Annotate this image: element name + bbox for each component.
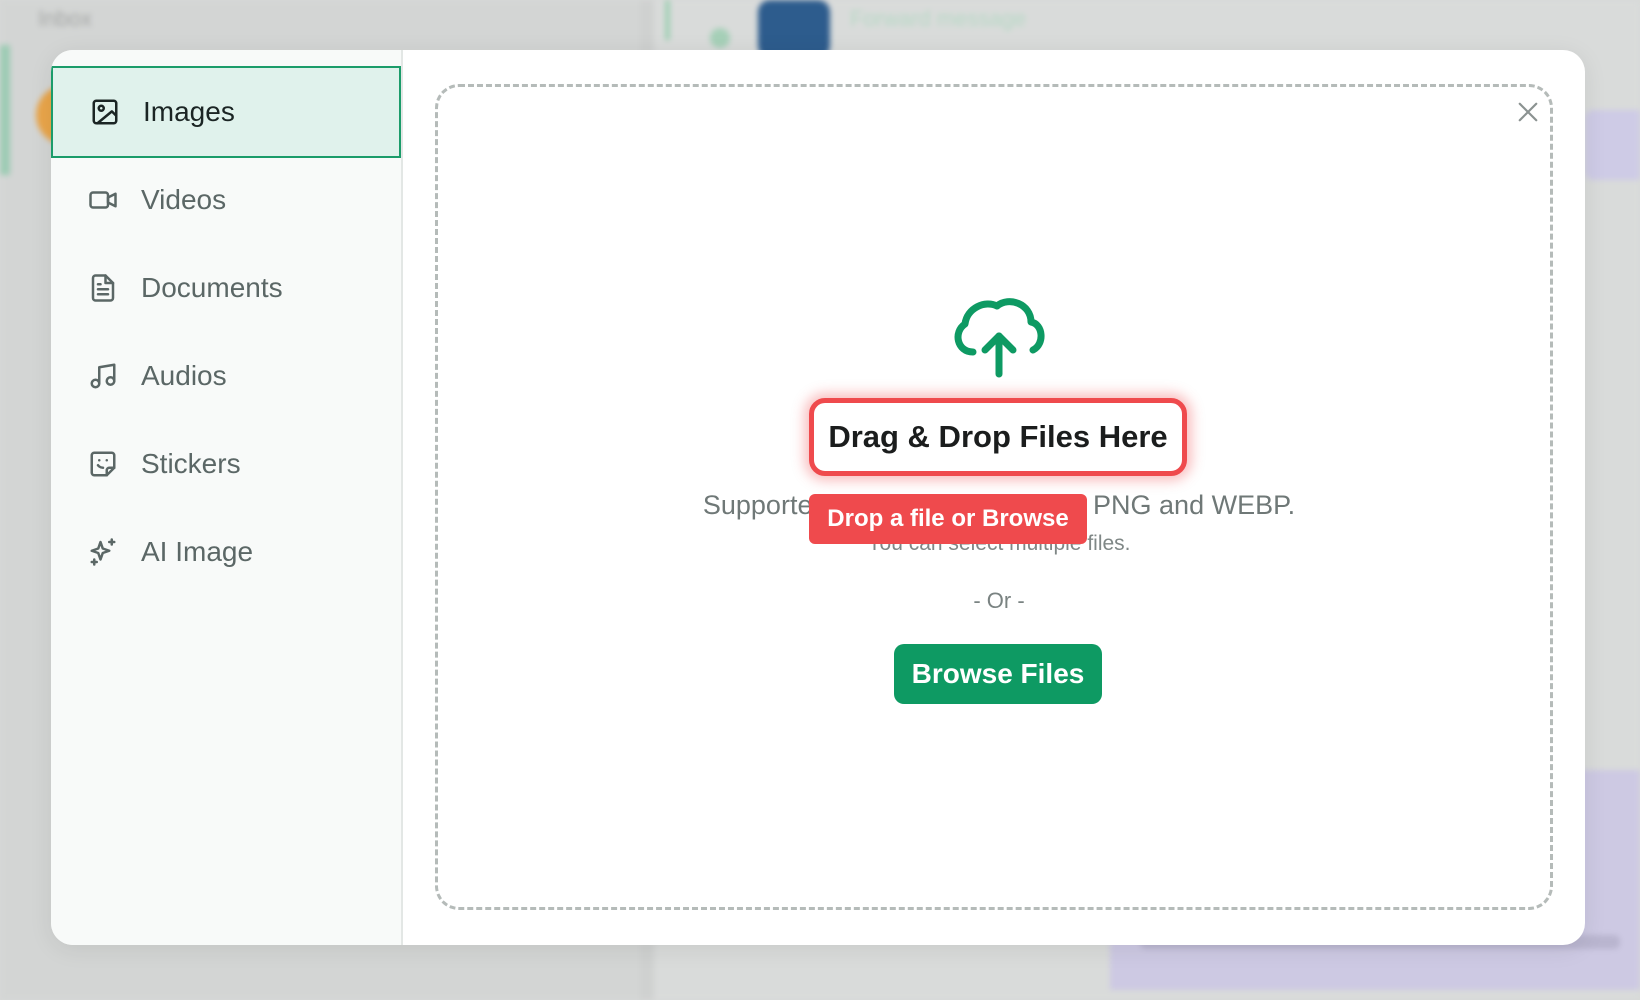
music-note-icon bbox=[87, 360, 119, 392]
image-icon bbox=[89, 96, 121, 128]
sidebar-item-label: Videos bbox=[141, 184, 227, 215]
background-forward-label: Forward message bbox=[850, 6, 1027, 31]
sidebar-item-label: AI Image bbox=[141, 536, 254, 567]
background-status-dot bbox=[710, 28, 730, 48]
sparkles-icon bbox=[87, 536, 119, 568]
sidebar-item-stickers[interactable]: Stickers bbox=[51, 418, 401, 510]
sidebar-item-documents[interactable]: Documents bbox=[51, 242, 401, 334]
sidebar-item-label: Documents bbox=[141, 272, 283, 303]
cloud-upload-icon bbox=[954, 298, 1045, 378]
close-button[interactable] bbox=[1514, 98, 1542, 126]
video-icon bbox=[87, 184, 119, 216]
sticker-icon bbox=[87, 448, 119, 480]
or-separator: - Or - bbox=[973, 588, 1025, 613]
close-icon bbox=[1518, 102, 1538, 122]
sidebar-item-label: Stickers bbox=[141, 448, 241, 479]
media-type-sidebar: Images Videos Documents Audios Stickers … bbox=[51, 50, 403, 945]
upload-modal: Images Videos Documents Audios Stickers … bbox=[51, 50, 1585, 945]
browse-files-button[interactable]: Browse Files bbox=[894, 644, 1102, 704]
drag-drop-title: Drag & Drop Files Here bbox=[809, 398, 1187, 476]
sidebar-item-label: Audios bbox=[141, 360, 227, 391]
background-active-indicator bbox=[0, 45, 10, 175]
sidebar-item-label: Images bbox=[143, 96, 235, 127]
document-icon bbox=[87, 272, 119, 304]
sidebar-item-videos[interactable]: Videos bbox=[51, 154, 401, 246]
sidebar-item-images[interactable]: Images bbox=[51, 66, 401, 158]
background-green-line bbox=[665, 0, 670, 40]
upload-content: Supported formats: JPG, JPEG, PNG and WE… bbox=[403, 50, 1585, 945]
sidebar-item-ai-image[interactable]: AI Image bbox=[51, 506, 401, 598]
background-title: Inbox bbox=[38, 6, 92, 31]
background-message-bubble bbox=[1585, 110, 1640, 180]
sidebar-item-audios[interactable]: Audios bbox=[51, 330, 401, 422]
drop-tooltip: Drop a file or Browse bbox=[809, 494, 1087, 544]
